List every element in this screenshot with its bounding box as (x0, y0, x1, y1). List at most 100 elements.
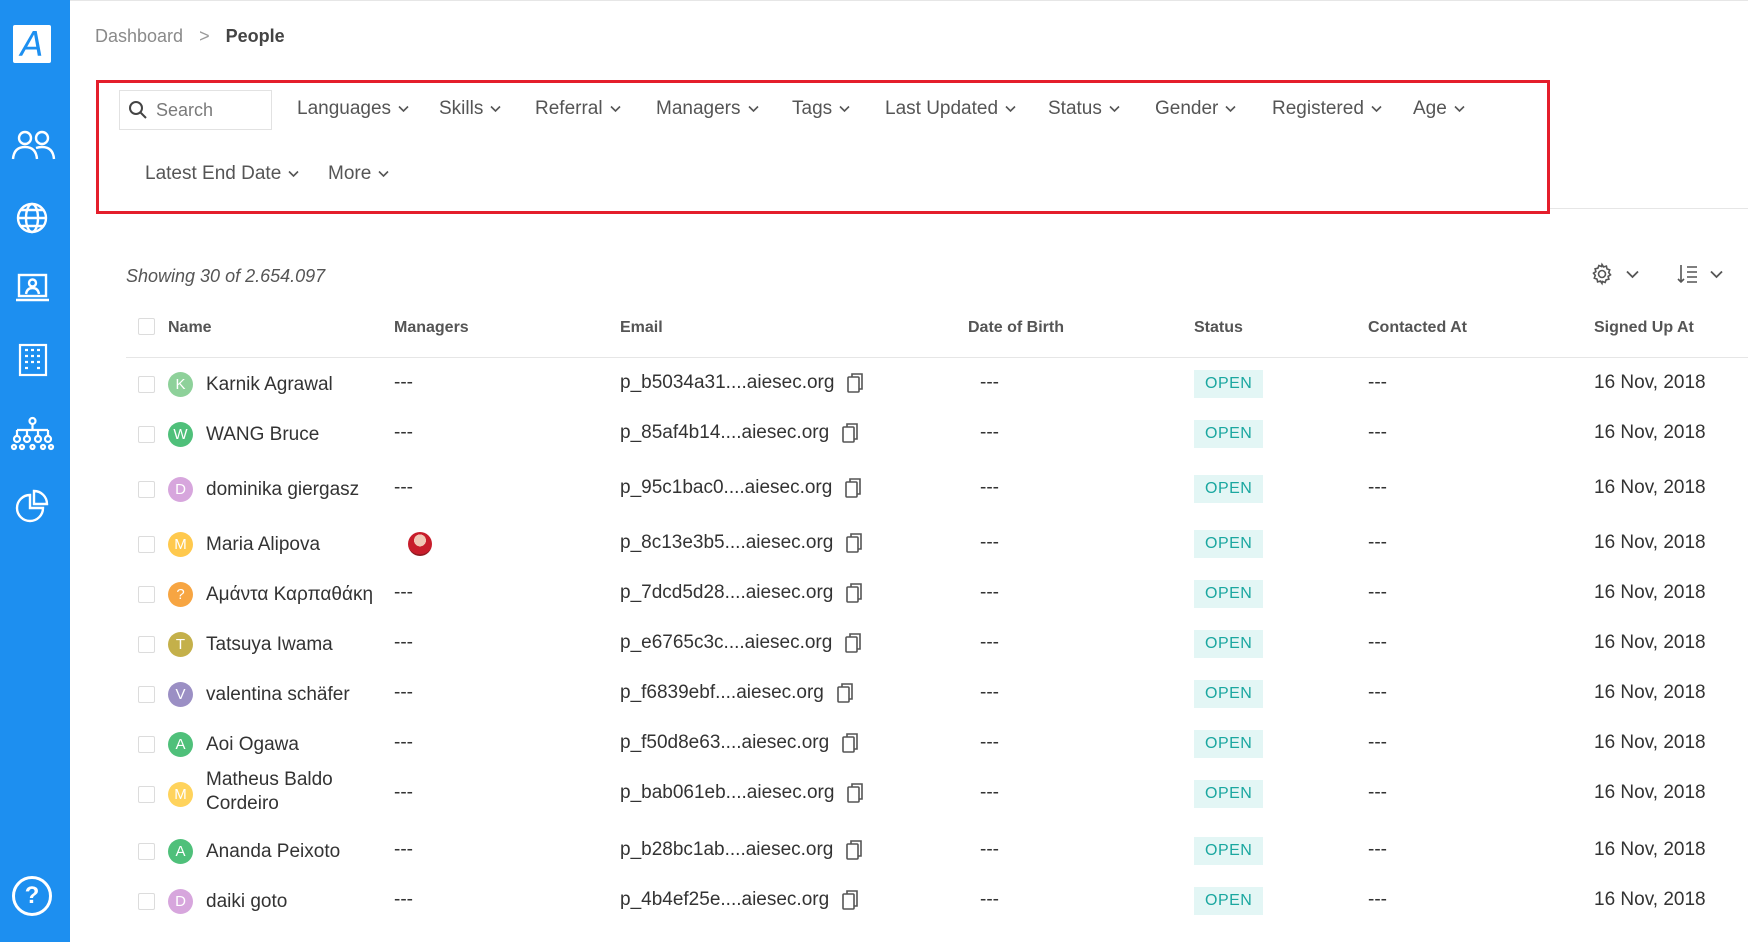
person-name-line2[interactable]: Cordeiro (206, 793, 279, 815)
row-checkbox[interactable] (138, 481, 155, 498)
building-icon[interactable] (10, 340, 56, 380)
filter-latest-end-date-dropdown[interactable]: Latest End Date (145, 163, 299, 185)
filter-languages-dropdown[interactable]: Languages (297, 98, 409, 120)
email-value: p_8c13e3b5....aiesec.org (620, 532, 834, 553)
breadcrumb-current: People (225, 26, 285, 46)
row-checkbox[interactable] (138, 736, 155, 753)
filter-age-dropdown[interactable]: Age (1413, 98, 1465, 120)
copy-icon[interactable] (844, 632, 862, 654)
signed-up-at-value: 16 Nov, 2018 (1594, 632, 1706, 653)
email-value: p_b5034a31....aiesec.org (620, 372, 835, 393)
copy-icon[interactable] (846, 372, 864, 394)
row-checkbox[interactable] (138, 376, 155, 393)
column-header-date-of-birth[interactable]: Date of Birth (968, 318, 1064, 338)
presentation-icon[interactable] (10, 268, 56, 308)
copy-icon[interactable] (844, 477, 862, 499)
column-header-managers[interactable]: Managers (394, 318, 469, 338)
filter-managers-dropdown[interactable]: Managers (656, 98, 759, 120)
select-all-checkbox[interactable] (138, 318, 155, 335)
date-of-birth-value: --- (980, 782, 999, 803)
date-of-birth-value: --- (980, 682, 999, 703)
managers-value: --- (394, 632, 413, 653)
person-name[interactable]: Αμάντα Καρπαθάκη (206, 584, 373, 606)
breadcrumb-dashboard-link[interactable]: Dashboard (95, 26, 183, 47)
email-value: p_4b4ef25e....aiesec.org (620, 889, 830, 910)
column-settings-button[interactable] (1590, 262, 1639, 286)
person-name[interactable]: Tatsuya Iwama (206, 634, 333, 656)
column-header-signed-up-at[interactable]: Signed Up At (1594, 318, 1694, 338)
row-checkbox[interactable] (138, 536, 155, 553)
pie-chart-icon[interactable] (10, 486, 56, 526)
filter-referral-dropdown[interactable]: Referral (535, 98, 621, 120)
filter-status-dropdown[interactable]: Status (1048, 98, 1120, 120)
column-header-contacted-at[interactable]: Contacted At (1368, 318, 1467, 338)
person-name[interactable]: dominika giergasz (206, 479, 359, 501)
filter-more-dropdown[interactable]: More (328, 163, 389, 185)
column-header-email[interactable]: Email (620, 318, 663, 338)
people-icon[interactable] (10, 126, 56, 166)
app-logo[interactable]: A (13, 25, 51, 65)
status-badge: OPEN (1194, 530, 1264, 558)
filter-tags-dropdown[interactable]: Tags (792, 98, 850, 120)
row-checkbox[interactable] (138, 426, 155, 443)
person-name[interactable]: Karnik Agrawal (206, 374, 333, 396)
date-of-birth-value: --- (980, 582, 999, 603)
copy-icon[interactable] (845, 532, 863, 554)
filter-label: Latest End Date (145, 163, 282, 184)
person-name[interactable]: valentina schäfer (206, 684, 350, 706)
person-name[interactable]: daiki goto (206, 891, 287, 913)
row-checkbox[interactable] (138, 686, 155, 703)
filter-label: Referral (535, 98, 603, 119)
column-header-status[interactable]: Status (1194, 318, 1243, 338)
filter-gender-dropdown[interactable]: Gender (1155, 98, 1236, 120)
org-chart-icon[interactable] (10, 414, 56, 454)
globe-icon[interactable] (10, 198, 56, 238)
avatar: M (168, 532, 193, 557)
status-badge: OPEN (1194, 680, 1264, 708)
filter-skills-dropdown[interactable]: Skills (439, 98, 501, 120)
date-of-birth-value: --- (980, 632, 999, 653)
filter-last-updated-dropdown[interactable]: Last Updated (885, 98, 1016, 120)
signed-up-at-value: 16 Nov, 2018 (1594, 532, 1706, 553)
copy-icon[interactable] (836, 682, 854, 704)
person-name[interactable]: WANG Bruce (206, 424, 319, 446)
chevron-down-icon (398, 105, 409, 113)
person-name[interactable]: Ananda Peixoto (206, 841, 340, 863)
row-checkbox[interactable] (138, 636, 155, 653)
filter-label: Gender (1155, 98, 1219, 119)
status-badge: OPEN (1194, 370, 1264, 398)
manager-avatar[interactable] (408, 532, 432, 556)
sort-button[interactable] (1676, 262, 1723, 286)
help-button[interactable]: ? (12, 876, 52, 916)
filter-label: Skills (439, 98, 484, 119)
copy-icon[interactable] (845, 839, 863, 861)
person-name[interactable]: Aoi Ogawa (206, 734, 299, 756)
row-checkbox[interactable] (138, 786, 155, 803)
avatar: W (168, 422, 193, 447)
row-checkbox[interactable] (138, 893, 155, 910)
row-checkbox[interactable] (138, 843, 155, 860)
chevron-down-icon (610, 105, 621, 113)
email-value: p_e6765c3c....aiesec.org (620, 632, 833, 653)
person-name[interactable]: Maria Alipova (206, 534, 320, 556)
filter-label: More (328, 163, 372, 184)
status-badge: OPEN (1194, 837, 1264, 865)
avatar: T (168, 632, 193, 657)
column-header-name[interactable]: Name (168, 318, 212, 338)
copy-icon[interactable] (846, 782, 864, 804)
copy-icon[interactable] (845, 582, 863, 604)
date-of-birth-value: --- (980, 889, 999, 910)
person-name[interactable]: Matheus Baldo (206, 769, 333, 791)
date-of-birth-value: --- (980, 732, 999, 753)
copy-icon[interactable] (841, 889, 859, 911)
copy-icon[interactable] (841, 422, 859, 444)
email-value: p_f50d8e63....aiesec.org (620, 732, 830, 753)
status-badge: OPEN (1194, 475, 1264, 503)
search-input[interactable] (156, 99, 266, 121)
row-checkbox[interactable] (138, 586, 155, 603)
search-box[interactable] (119, 90, 272, 130)
filter-label: Age (1413, 98, 1447, 119)
copy-icon[interactable] (841, 732, 859, 754)
email-value: p_85af4b14....aiesec.org (620, 422, 830, 443)
filter-registered-dropdown[interactable]: Registered (1272, 98, 1382, 120)
